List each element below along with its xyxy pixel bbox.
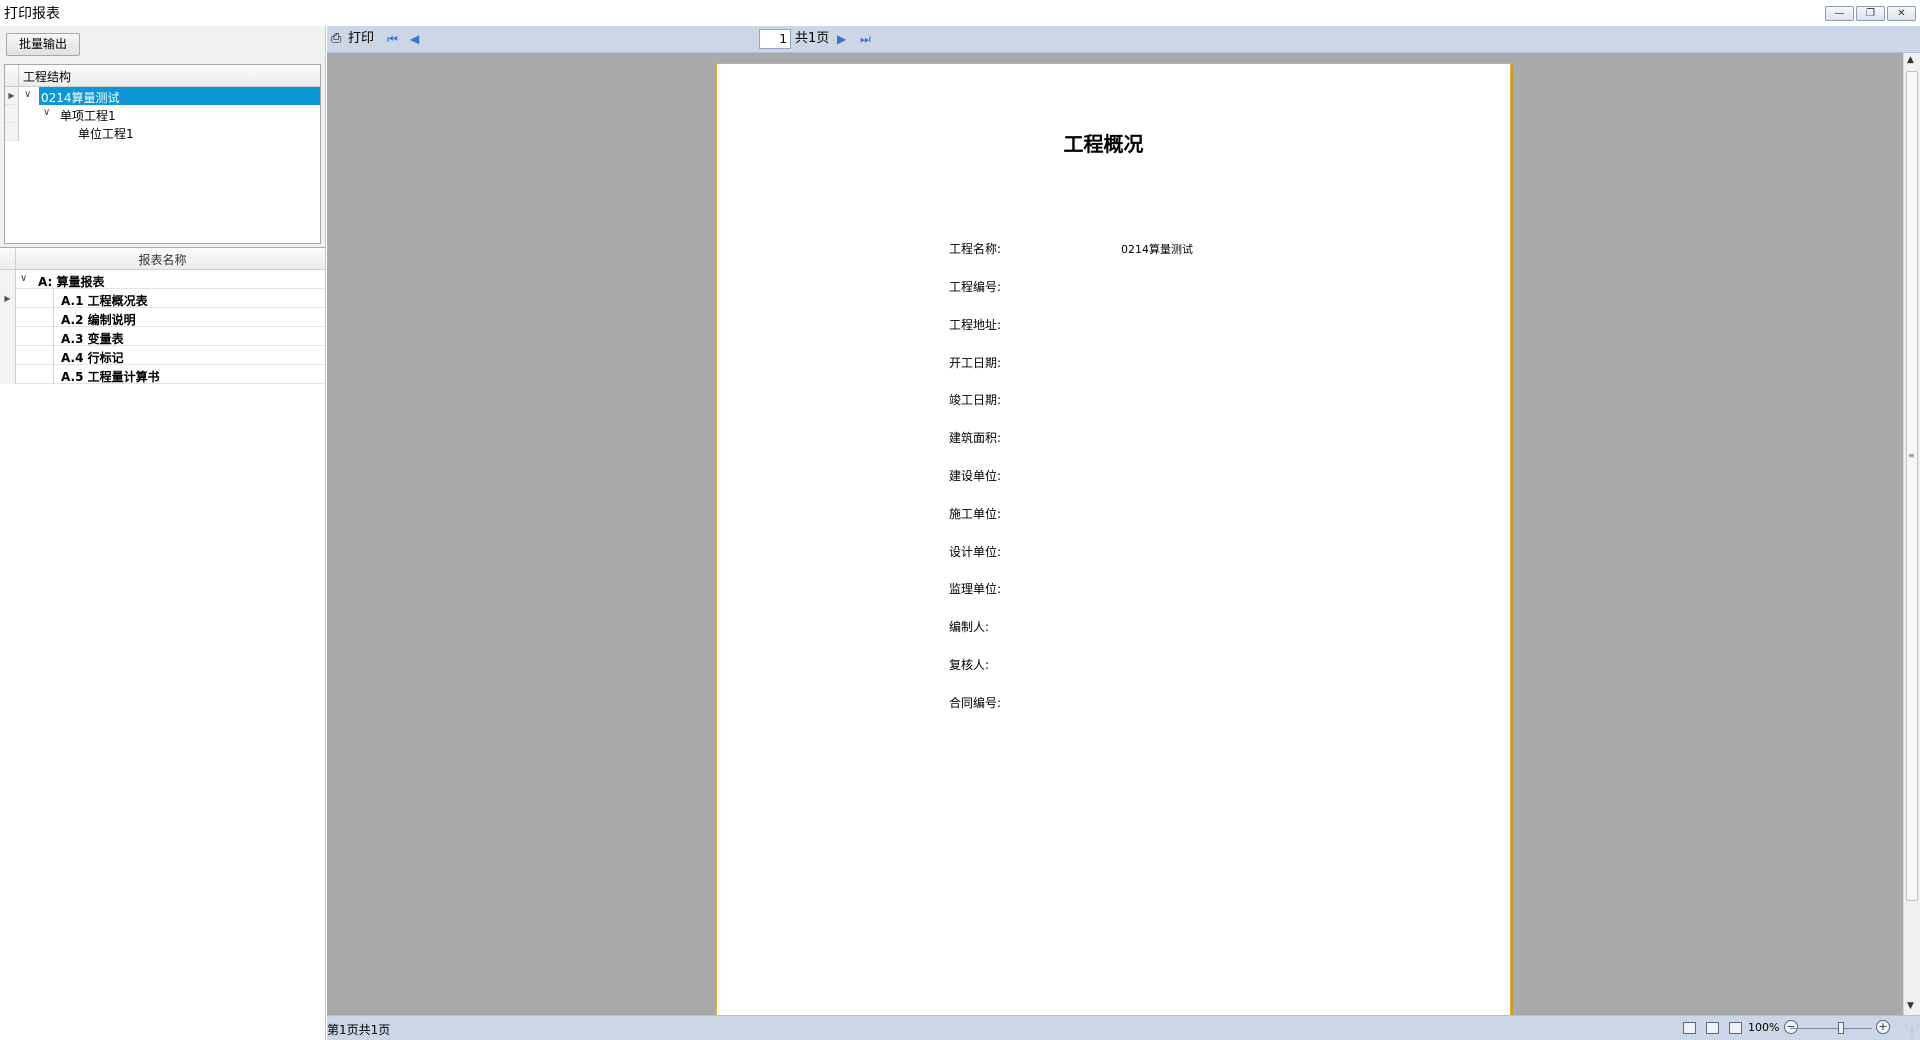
- row-indicator: [0, 308, 16, 327]
- field-label: 工程编号:: [949, 280, 1002, 294]
- window-titlebar: 打印报表 — ❐ ✕: [0, 0, 1920, 26]
- left-panel: 批量输出 工程结构 ▶ ∨ 0214算量测试 ∨ 单项工程1 单位工程1 报表名…: [0, 26, 326, 1040]
- report-group-label: A: 算量报表: [38, 275, 105, 289]
- minimize-icon[interactable]: —: [1825, 6, 1854, 21]
- status-bar: 第1页共1页 100% − + ⋮: [327, 1015, 1920, 1040]
- chevron-down-icon[interactable]: ∨: [20, 273, 27, 284]
- zoom-in-icon[interactable]: +: [1876, 1020, 1890, 1034]
- report-row[interactable]: A.4 行标记: [0, 346, 325, 365]
- report-row-label: A.3 变量表: [61, 332, 124, 346]
- report-row[interactable]: A.5 工程量计算书: [0, 365, 325, 384]
- field-label: 监理单位:: [949, 582, 1002, 596]
- scroll-grip-icon: ≡: [1908, 451, 1915, 460]
- field-label: 设计单位:: [949, 545, 1002, 559]
- zoom-slider-thumb[interactable]: [1838, 1022, 1844, 1034]
- scroll-thumb[interactable]: [1906, 71, 1918, 901]
- field-label: 合同编号:: [949, 696, 1002, 710]
- row-indicator-icon: ▶: [0, 289, 16, 308]
- row-indicator: [0, 346, 16, 365]
- first-page-icon[interactable]: ⏮: [387, 30, 398, 48]
- report-row-label: A.2 编制说明: [61, 313, 136, 327]
- report-title: 工程概况: [1063, 132, 1144, 156]
- prev-page-icon[interactable]: ◀: [410, 30, 419, 48]
- field-label: 开工日期:: [949, 356, 1002, 370]
- tree-item-label: 0214算量测试: [41, 91, 120, 105]
- report-row[interactable]: ▶ A.1 工程概况表: [0, 289, 325, 308]
- close-icon[interactable]: ✕: [1887, 6, 1916, 21]
- scroll-down-icon[interactable]: ▼: [1907, 1001, 1914, 1011]
- resize-grip-icon[interactable]: ⋮: [1907, 1026, 1917, 1037]
- zoom-slider-track[interactable]: [1790, 1028, 1872, 1029]
- printer-icon[interactable]: ⎙: [331, 30, 341, 48]
- page-total-label: 共1页: [795, 31, 830, 46]
- tree-item-project[interactable]: ▶ ∨ 0214算量测试: [5, 87, 320, 105]
- batch-export-button[interactable]: 批量输出: [6, 33, 80, 56]
- window-title: 打印报表: [4, 6, 60, 22]
- single-page-icon[interactable]: [1706, 1022, 1719, 1034]
- last-page-icon[interactable]: ⏭: [860, 30, 871, 48]
- report-row-label: A.4 行标记: [61, 351, 124, 365]
- field-label: 复核人:: [949, 658, 990, 672]
- report-row-label: A.1 工程概况表: [61, 294, 148, 308]
- row-indicator: [0, 270, 16, 289]
- chevron-down-icon[interactable]: ∨: [43, 107, 50, 118]
- row-indicator: [0, 365, 16, 384]
- field-label: 建设单位:: [949, 469, 1002, 483]
- report-page: 工程概况 工程名称: 0214算量测试 工程编号: 工程地址: 开工日期: 竣工…: [716, 63, 1511, 1015]
- row-indicator: [5, 105, 19, 123]
- project-tree-header: 工程结构: [5, 65, 320, 87]
- project-tree-header-label: 工程结构: [23, 70, 72, 84]
- project-structure-tree: 工程结构 ▶ ∨ 0214算量测试 ∨ 单项工程1 单位工程1: [4, 64, 321, 244]
- tree-item-label: 单位工程1: [78, 127, 134, 141]
- page-width-icon[interactable]: [1729, 1022, 1742, 1034]
- vertical-scrollbar[interactable]: ▲ ≡ ▼: [1903, 53, 1920, 1015]
- report-preview-area[interactable]: 工程概况 工程名称: 0214算量测试 工程编号: 工程地址: 开工日期: 竣工…: [327, 53, 1903, 1015]
- field-value: 0214算量测试: [1121, 243, 1193, 256]
- tree-item-single-project[interactable]: ∨ 单项工程1: [5, 105, 320, 123]
- page-number-input[interactable]: 1: [759, 29, 791, 49]
- report-group-row[interactable]: ∨ A: 算量报表: [0, 270, 325, 289]
- chevron-down-icon[interactable]: ∨: [24, 89, 31, 100]
- tree-item-label: 单项工程1: [60, 109, 116, 123]
- field-label: 建筑面积:: [949, 431, 1002, 445]
- tree-item-unit-project[interactable]: 单位工程1: [5, 123, 320, 141]
- report-row-label: A.5 工程量计算书: [61, 370, 160, 384]
- field-label: 工程名称:: [949, 242, 1002, 256]
- row-indicator-icon: ▶: [5, 87, 19, 105]
- zoom-out-icon[interactable]: −: [1784, 1020, 1798, 1034]
- report-grid-header-label: 报表名称: [138, 253, 187, 267]
- row-indicator: [0, 327, 16, 346]
- zoom-level: 100%: [1748, 1021, 1780, 1034]
- print-button[interactable]: 打印: [348, 30, 374, 48]
- field-label: 工程地址:: [949, 318, 1002, 332]
- restore-icon[interactable]: ❐: [1856, 6, 1885, 21]
- report-row[interactable]: A.3 变量表: [0, 327, 325, 346]
- field-label: 施工单位:: [949, 507, 1002, 521]
- preview-toolbar: ⎙ 打印 ⏮ ◀ 1 共1页 ▶ ⏭: [327, 26, 1920, 53]
- scroll-up-icon[interactable]: ▲: [1907, 55, 1914, 65]
- report-grid-header: 报表名称: [0, 248, 325, 270]
- report-list-grid: 报表名称 ∨ A: 算量报表 ▶ A.1 工程概况表 A.2 编制说明 A.3 …: [0, 247, 325, 1040]
- row-indicator: [5, 123, 19, 141]
- report-row[interactable]: A.2 编制说明: [0, 308, 325, 327]
- field-label: 竣工日期:: [949, 393, 1002, 407]
- next-page-icon[interactable]: ▶: [837, 30, 846, 48]
- page-info: 第1页共1页: [327, 1023, 391, 1037]
- fit-page-icon[interactable]: [1683, 1022, 1696, 1034]
- field-label: 编制人:: [949, 620, 990, 634]
